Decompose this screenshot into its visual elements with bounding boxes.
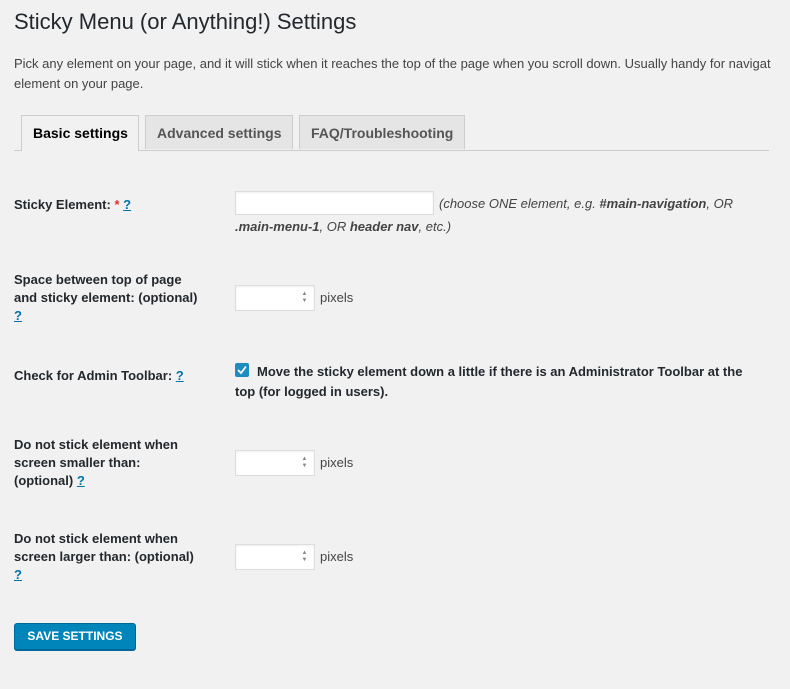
required-mark: * bbox=[114, 197, 120, 212]
admin-toolbar-help-link[interactable]: ? bbox=[176, 368, 184, 383]
tab-advanced-settings[interactable]: Advanced settings bbox=[145, 115, 293, 149]
space-top-label-line2: and sticky element: (optional) bbox=[14, 290, 198, 305]
sticky-element-label: Sticky Element: * ? bbox=[14, 196, 224, 214]
max-screen-label: Do not stick element when screen larger … bbox=[14, 530, 224, 584]
admin-toolbar-label-text: Check for Admin Toolbar: bbox=[14, 368, 173, 383]
sticky-element-input[interactable] bbox=[235, 191, 434, 215]
space-top-input[interactable]: ▲ ▼ bbox=[235, 285, 315, 311]
number-spinner-icon[interactable]: ▲ ▼ bbox=[301, 456, 308, 470]
intro-line-2: element on your page. bbox=[14, 76, 144, 91]
admin-toolbar-label: Check for Admin Toolbar: ? bbox=[14, 367, 224, 385]
sticky-element-help-link[interactable]: ? bbox=[123, 197, 131, 212]
admin-toolbar-checkbox-label[interactable]: Move the sticky element down a little if… bbox=[235, 362, 765, 402]
save-settings-button[interactable]: SAVE SETTINGS bbox=[14, 623, 136, 650]
min-screen-label-line1: Do not stick element when bbox=[14, 437, 178, 452]
min-screen-label: Do not stick element when screen smaller… bbox=[14, 436, 224, 490]
desc-example-class: .main-menu-1 bbox=[235, 219, 320, 234]
desc-part: , etc.) bbox=[418, 219, 452, 234]
space-top-help-link[interactable]: ? bbox=[14, 308, 22, 323]
desc-part: (choose ONE element, e.g. bbox=[439, 196, 600, 211]
min-screen-input[interactable]: ▲ ▼ bbox=[235, 450, 315, 476]
desc-example-id: #main-navigation bbox=[599, 196, 707, 211]
tab-faq-troubleshooting[interactable]: FAQ/Troubleshooting bbox=[299, 115, 465, 149]
min-screen-label-line2: screen smaller than: bbox=[14, 455, 141, 470]
max-screen-help-link[interactable]: ? bbox=[14, 567, 22, 582]
space-top-unit: pixels bbox=[320, 290, 354, 305]
desc-example-tag: header nav bbox=[349, 219, 419, 234]
number-spinner-icon[interactable]: ▲ ▼ bbox=[301, 550, 308, 564]
min-screen-help-link[interactable]: ? bbox=[77, 473, 85, 488]
intro-line-1: Pick any element on your page, and it wi… bbox=[14, 56, 771, 71]
sticky-element-description: (choose ONE element, e.g. #main-navigati… bbox=[439, 193, 779, 215]
sticky-element-description-2: .main-menu-1, OR header nav, etc.) bbox=[235, 216, 775, 238]
intro-text: Pick any element on your page, and it wi… bbox=[14, 54, 790, 94]
min-screen-unit: pixels bbox=[320, 455, 354, 470]
checkmark-icon bbox=[237, 365, 247, 375]
desc-part: , OR bbox=[706, 196, 734, 211]
max-screen-unit: pixels bbox=[320, 549, 354, 564]
max-screen-label-line2: screen larger than: (optional) bbox=[14, 549, 194, 564]
max-screen-label-line1: Do not stick element when bbox=[14, 531, 178, 546]
space-top-label: Space between top of page and sticky ele… bbox=[14, 271, 224, 325]
admin-toolbar-checkbox[interactable] bbox=[235, 363, 249, 377]
settings-tabs: Basic settings Advanced settings FAQ/Tro… bbox=[14, 114, 769, 151]
page-title: Sticky Menu (or Anything!) Settings bbox=[14, 9, 357, 34]
desc-part: , OR bbox=[319, 219, 350, 234]
min-screen-label-line3: (optional) bbox=[14, 473, 74, 488]
space-top-label-line1: Space between top of page bbox=[14, 272, 182, 287]
max-screen-input[interactable]: ▲ ▼ bbox=[235, 544, 315, 570]
tab-basic-settings[interactable]: Basic settings bbox=[21, 115, 139, 151]
number-spinner-icon[interactable]: ▲ ▼ bbox=[301, 291, 308, 305]
sticky-element-label-text: Sticky Element: bbox=[14, 197, 111, 212]
settings-page: Sticky Menu (or Anything!) Settings Pick… bbox=[14, 0, 790, 689]
